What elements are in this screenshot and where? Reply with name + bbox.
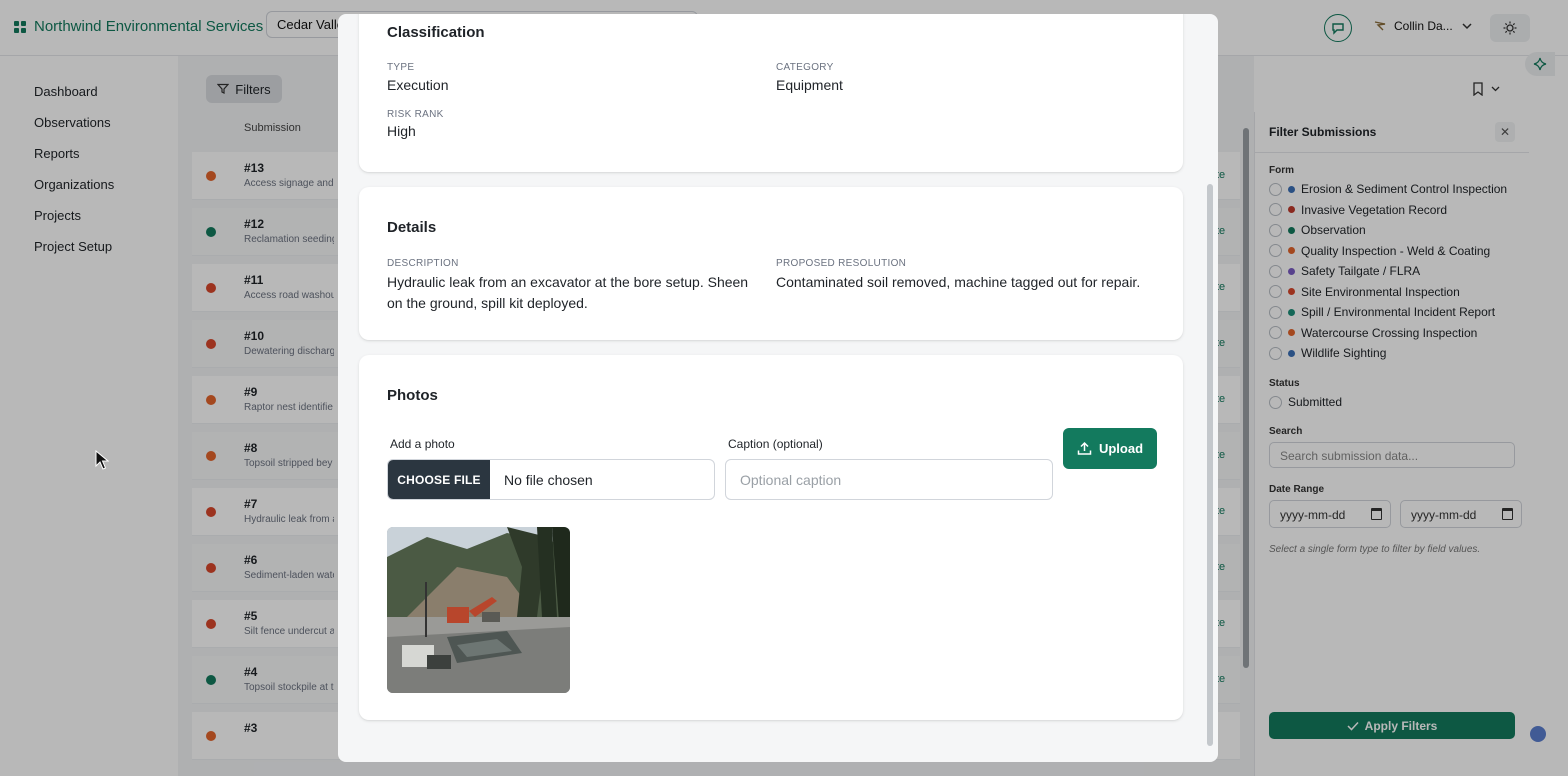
risk-rank-label: RISK RANK	[387, 109, 444, 120]
type-value: Execution	[387, 77, 449, 93]
submission-detail-modal: Classification TYPE Execution CATEGORY E…	[338, 14, 1218, 762]
upload-icon	[1077, 441, 1092, 455]
caption-label: Caption (optional)	[728, 437, 823, 451]
construction-site-photo	[387, 527, 570, 693]
proposed-resolution-label: PROPOSED RESOLUTION	[776, 258, 907, 269]
modal-scrollbar-thumb[interactable]	[1207, 184, 1213, 746]
photo-thumbnail[interactable]	[387, 527, 570, 693]
description-value: Hydraulic leak from an excavator at the …	[387, 274, 749, 311]
mouse-cursor-icon	[95, 449, 110, 475]
description-label: DESCRIPTION	[387, 258, 459, 269]
photo-file-input[interactable]: CHOOSE FILE No file chosen	[387, 459, 715, 500]
proposed-resolution-value: Contaminated soil removed, machine tagge…	[776, 274, 1141, 290]
type-label: TYPE	[387, 62, 415, 73]
risk-rank-value: High	[387, 123, 416, 139]
file-status-text: No file chosen	[504, 471, 593, 488]
upload-button-label: Upload	[1098, 441, 1144, 456]
classification-card: Classification TYPE Execution CATEGORY E…	[359, 14, 1183, 172]
details-title: Details	[387, 219, 437, 236]
add-photo-label: Add a photo	[390, 437, 455, 451]
photos-card: Photos Add a photo CHOOSE FILE No file c…	[359, 355, 1183, 720]
photos-title: Photos	[387, 387, 438, 404]
category-label: CATEGORY	[776, 62, 834, 73]
caption-input[interactable]: Optional caption	[725, 459, 1053, 500]
classification-title: Classification	[387, 24, 485, 41]
details-card: Details DESCRIPTION Hydraulic leak from …	[359, 187, 1183, 340]
upload-button[interactable]: Upload	[1063, 428, 1157, 469]
category-value: Equipment	[776, 77, 843, 93]
choose-file-button[interactable]: CHOOSE FILE	[388, 460, 490, 499]
